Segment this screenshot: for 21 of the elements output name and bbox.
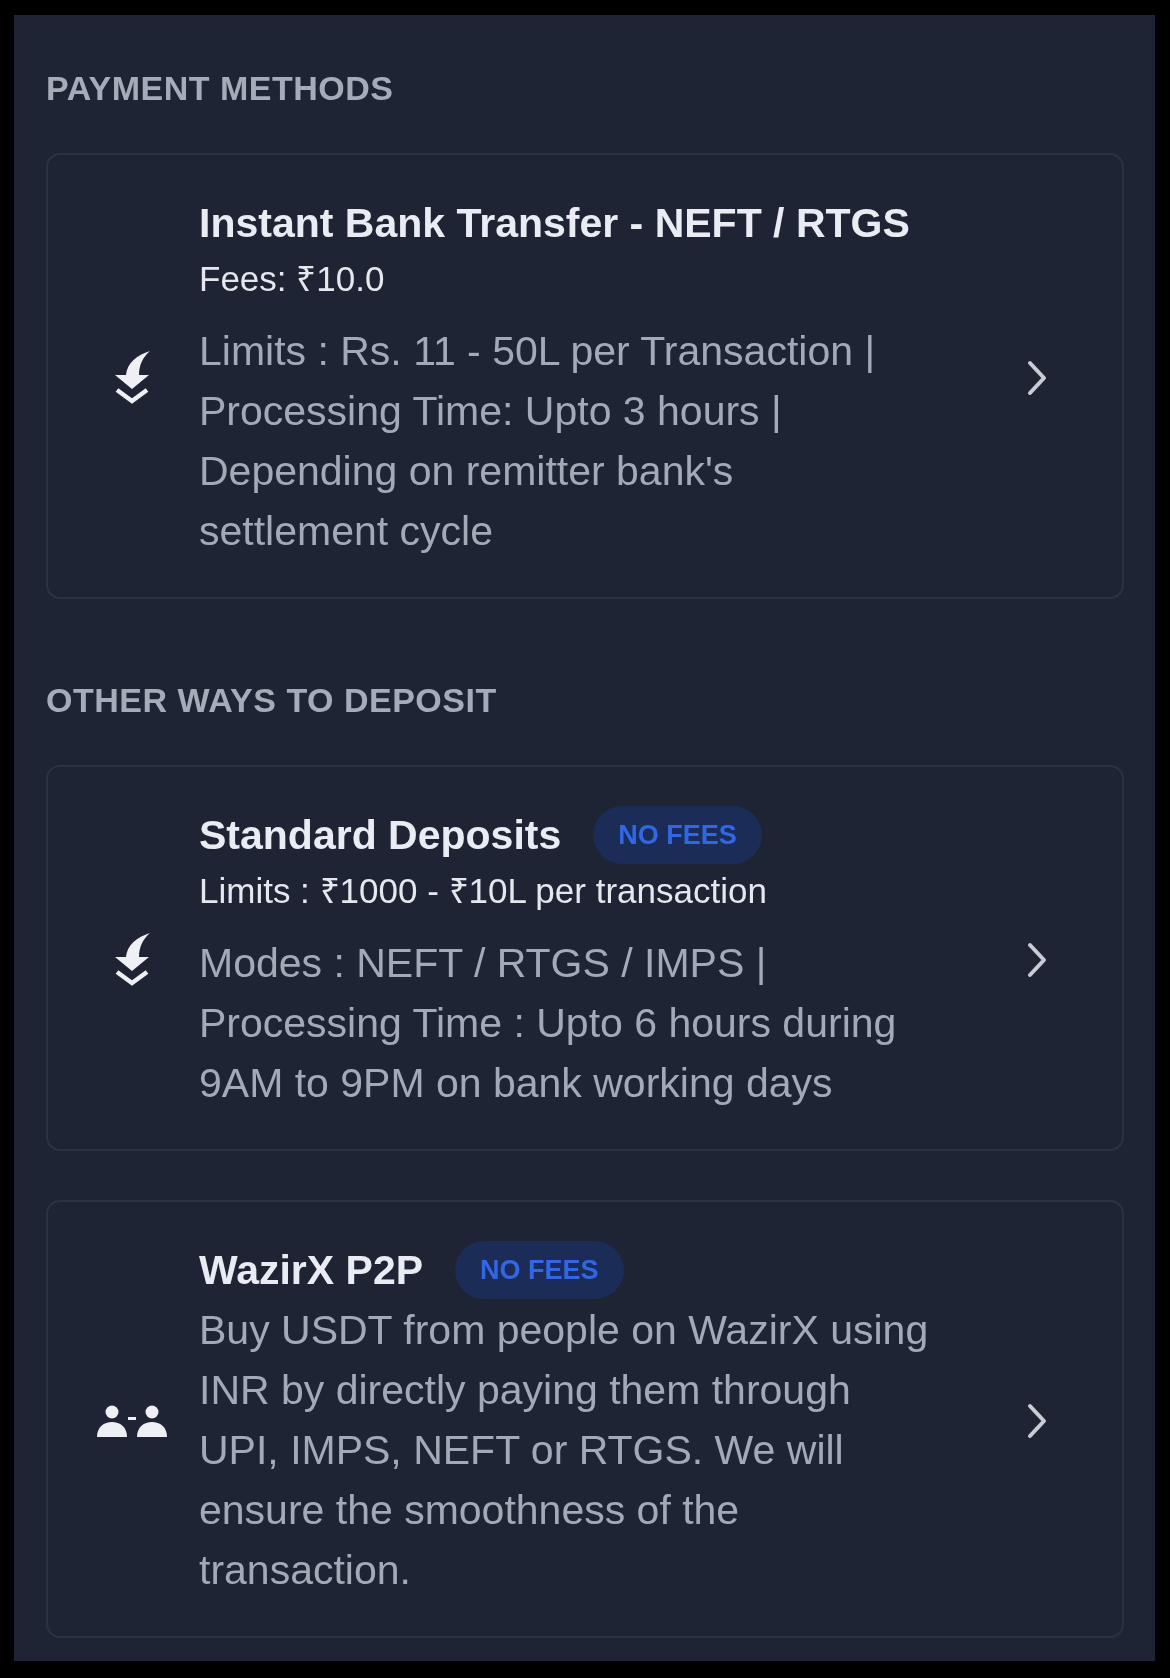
curved-down-arrow-icon [113,350,151,406]
payment-method-card[interactable]: Instant Bank Transfer - NEFT / RTGS Fees: ₹10.0 Limits : Rs. 11 - 50L per Transaction | Processing Time: Upto 3 hours | Depending on remitter bank's settlement cycle [46,153,1124,599]
section-heading: PAYMENT METHODS [46,68,395,108]
method-description: Modes : NEFT / RTGS / IMPS | Processing Time : Upto 6 hours during 9AM to 9PM on bank working days [199,939,898,1108]
method-title: Instant Bank Transfer - NEFT / RTGS [199,199,910,248]
two-people-icon [96,1405,168,1437]
method-description: Limits : Rs. 11 - 50L per Transaction | Processing Time: Upto 3 hours | Depending on remitter bank's settlement cycle [199,327,877,556]
chevron-right-icon [1025,1402,1049,1440]
section-heading: OTHER WAYS TO DEPOSIT [46,680,498,720]
chevron-right-icon [1025,941,1049,979]
payment-method-card[interactable]: WazirX P2P NO FEES Buy USDT from people on WazirX using INR by directly paying them through UPI, IMPS, NEFT or RTGS. We will ensure the smoothness of the transaction. [46,1200,1124,1638]
payment-method-card[interactable]: Standard Deposits NO FEES Limits : ₹1000 - ₹10L per transaction Modes : NEFT / RTGS / IMPS | Processing Time : Upto 6 hours during 9AM to 9PM on bank working days [46,765,1124,1151]
method-title: WazirX P2P [199,1246,424,1295]
curved-down-arrow-icon [113,932,151,988]
method-subtitle: Fees: ₹10.0 [199,258,386,300]
chevron-right-icon [1025,359,1049,397]
method-description: Buy USDT from people on WazirX using INR by directly paying them through UPI, IMPS, NEFT or RTGS. We will ensure the smoothness of the transaction. [199,1306,930,1595]
fee-badge: NO FEES [593,806,762,864]
fee-badge: NO FEES [455,1241,624,1299]
method-subtitle: Limits : ₹1000 - ₹10L per transaction [199,870,768,912]
method-title: Standard Deposits [199,811,562,860]
